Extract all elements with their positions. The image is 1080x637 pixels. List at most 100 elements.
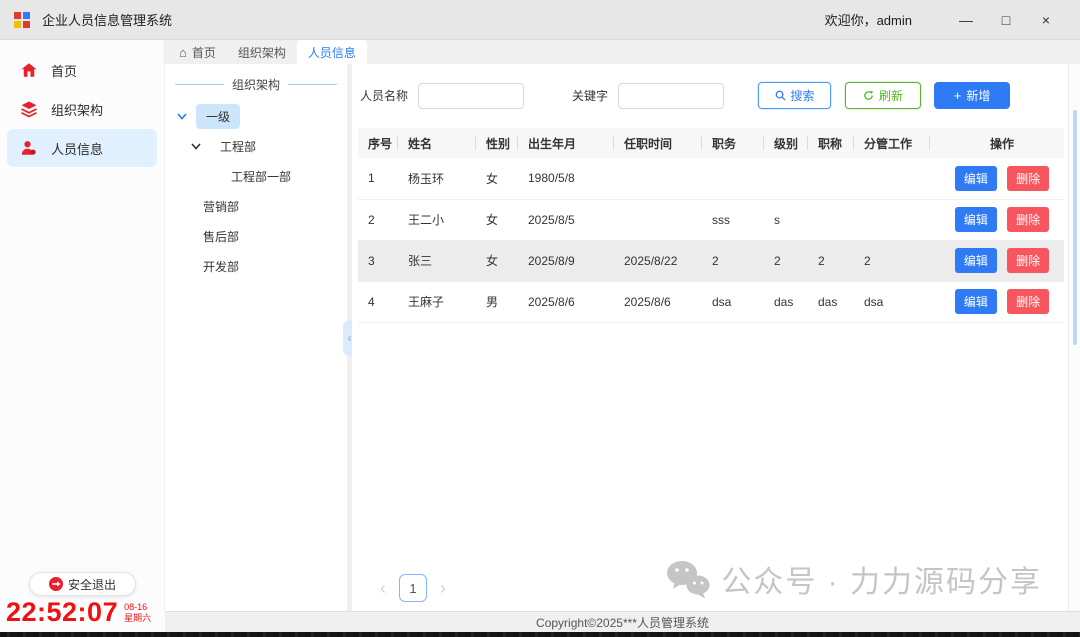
col-seq: 序号 <box>358 128 398 158</box>
tab-strip: ⌂ 首页 组织架构 人员信息 <box>165 40 1080 64</box>
tree-node-label: 工程部 <box>210 134 266 159</box>
next-page-button[interactable]: › <box>440 579 446 597</box>
add-button[interactable]: + 新增 <box>934 82 1010 109</box>
clock-date: 08-16 <box>124 602 151 612</box>
table-row[interactable]: 2 王二小 女 2025/8/5 sss s 编辑 <box>358 199 1064 240</box>
keyword-label: 关键字 <box>572 87 608 104</box>
org-tree-panel: 组织架构 一级 工程部 工程部一部 营销部 <box>165 64 347 611</box>
tree-header-title: 组织架构 <box>232 76 280 93</box>
edit-button[interactable]: 编辑 <box>955 207 997 232</box>
app-window: 企业人员信息管理系统 欢迎你，admin — □ × 首页 组织架构 <box>0 0 1080 637</box>
search-bar: 人员名称 关键字 搜索 刷新 + <box>358 82 1068 109</box>
chevron-down-icon[interactable] <box>191 143 201 150</box>
delete-button[interactable]: 删除 <box>1007 289 1049 314</box>
footer: Copyright©2025***人员管理系统 <box>0 611 1080 632</box>
tab-org[interactable]: 组织架构 <box>227 40 297 64</box>
col-operations: 操作 <box>930 128 1064 158</box>
col-tenure: 任职时间 <box>614 128 702 158</box>
keyword-input[interactable] <box>618 83 724 109</box>
name-input[interactable] <box>418 83 524 109</box>
maximize-button[interactable]: □ <box>986 7 1026 33</box>
add-button-label: 新增 <box>966 87 990 104</box>
sidebar-item-label: 组织架构 <box>51 100 103 119</box>
home-icon <box>20 61 38 79</box>
main-area: ⌂ 首页 组织架构 人员信息 组织架构 <box>165 40 1080 611</box>
desktop-edge-strip <box>0 632 1080 637</box>
logout-icon <box>49 577 63 591</box>
close-button[interactable]: × <box>1026 7 1066 33</box>
sidebar-item-personnel[interactable]: 人员信息 <box>7 129 157 167</box>
layers-icon <box>20 100 38 118</box>
tree-node-label: 营销部 <box>193 194 249 219</box>
refresh-button[interactable]: 刷新 <box>845 82 921 109</box>
tree-node-marketing[interactable]: 营销部 <box>165 191 347 221</box>
logout-button[interactable]: 安全退出 <box>29 572 136 596</box>
scrollbar-track[interactable] <box>1068 64 1080 611</box>
edit-button[interactable]: 编辑 <box>955 166 997 191</box>
table-row[interactable]: 1 杨玉环 女 1980/5/8 编辑 <box>358 158 1064 199</box>
tree-node-label: 工程部一部 <box>221 164 301 189</box>
col-title: 职称 <box>808 128 854 158</box>
table-row[interactable]: 3 张三 女 2025/8/9 2025/8/22 2 2 2 2 编辑 <box>358 240 1064 281</box>
name-label: 人员名称 <box>360 87 408 104</box>
copyright-text: Copyright©2025***人员管理系统 <box>536 614 709 631</box>
tree-node-engineering[interactable]: 工程部 <box>165 131 347 161</box>
chevron-left-icon: ‹ <box>348 331 352 345</box>
tree-node-engineering-1[interactable]: 工程部一部 <box>165 161 347 191</box>
personnel-table: 序号 姓名 性别 出生年月 任职时间 职务 级别 职称 分管工作 操作 <box>358 128 1064 323</box>
watermark-text: 公众号 · 力力源码分享 <box>721 557 1042 601</box>
tree-node-label: 开发部 <box>193 254 249 279</box>
tree-header: 组织架构 <box>165 72 347 101</box>
col-work: 分管工作 <box>854 128 930 158</box>
tab-home[interactable]: ⌂ 首页 <box>168 40 227 64</box>
tab-label: 组织架构 <box>238 44 286 61</box>
col-level: 级别 <box>764 128 808 158</box>
edit-button[interactable]: 编辑 <box>955 248 997 273</box>
chevron-down-icon[interactable] <box>177 113 187 120</box>
minimize-button[interactable]: — <box>946 7 986 33</box>
window-controls: — □ × <box>946 7 1066 33</box>
tree-node-dev[interactable]: 开发部 <box>165 251 347 281</box>
copyright-bar: Copyright©2025***人员管理系统 <box>165 611 1080 632</box>
app-title: 企业人员信息管理系统 <box>42 10 172 29</box>
col-name: 姓名 <box>398 128 476 158</box>
plus-icon: + <box>954 88 962 103</box>
tree-node-level1[interactable]: 一级 <box>165 101 347 131</box>
search-button-label: 搜索 <box>791 87 815 104</box>
page-1-button[interactable]: 1 <box>399 574 427 602</box>
clock: 22:52:07 08-16 星期六 <box>6 597 151 628</box>
col-position: 职务 <box>702 128 764 158</box>
clock-weekday: 星期六 <box>124 613 151 623</box>
table-row[interactable]: 4 王麻子 男 2025/8/6 2025/8/6 dsa das das ds… <box>358 281 1064 322</box>
titlebar: 企业人员信息管理系统 欢迎你，admin — □ × <box>0 0 1080 40</box>
app-logo-icon <box>14 12 30 28</box>
table-header-row: 序号 姓名 性别 出生年月 任职时间 职务 级别 职称 分管工作 操作 <box>358 128 1064 158</box>
delete-button[interactable]: 删除 <box>1007 248 1049 273</box>
edit-button[interactable]: 编辑 <box>955 289 997 314</box>
home-outline-icon: ⌂ <box>179 46 187 59</box>
pagination: ‹ 1 › <box>380 574 446 602</box>
tab-personnel[interactable]: 人员信息 <box>297 40 367 64</box>
sidebar-item-label: 首页 <box>51 61 77 80</box>
col-birth: 出生年月 <box>518 128 614 158</box>
sidebar-item-home[interactable]: 首页 <box>7 51 157 89</box>
tree-node-label: 售后部 <box>193 224 249 249</box>
tree-node-label: 一级 <box>196 104 240 129</box>
search-button[interactable]: 搜索 <box>758 82 831 109</box>
scrollbar-thumb[interactable] <box>1073 110 1077 345</box>
tab-label: 首页 <box>192 44 216 61</box>
refresh-icon <box>863 90 874 101</box>
search-icon <box>775 90 786 101</box>
delete-button[interactable]: 删除 <box>1007 166 1049 191</box>
personnel-panel: 人员名称 关键字 搜索 刷新 + <box>352 64 1068 611</box>
clock-time: 22:52:07 <box>6 597 118 628</box>
sidebar-item-org[interactable]: 组织架构 <box>7 90 157 128</box>
delete-button[interactable]: 删除 <box>1007 207 1049 232</box>
tab-label: 人员信息 <box>308 44 356 61</box>
prev-page-button[interactable]: ‹ <box>380 579 386 597</box>
logout-label: 安全退出 <box>68 576 116 593</box>
tree-node-aftersales[interactable]: 售后部 <box>165 221 347 251</box>
sidebar-item-label: 人员信息 <box>51 139 103 158</box>
sidebar: 首页 组织架构 人员信息 <box>0 40 165 611</box>
refresh-button-label: 刷新 <box>879 87 903 104</box>
